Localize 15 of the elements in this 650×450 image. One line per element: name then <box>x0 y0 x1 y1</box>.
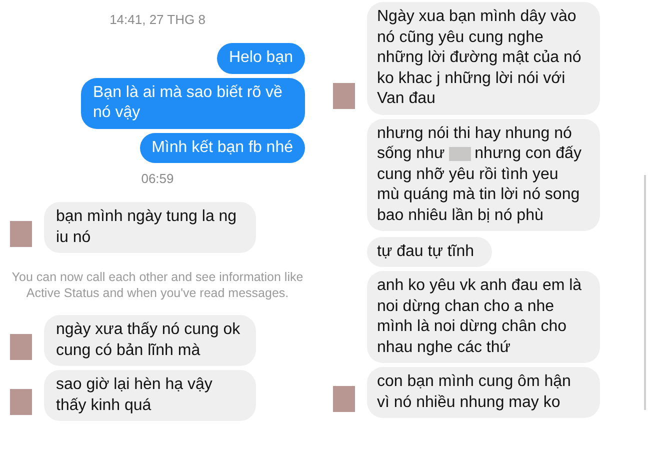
timestamp: 06:59 <box>141 171 174 186</box>
received-message: tự đau tự tĩnh <box>367 236 492 267</box>
received-message: sao giờ lại hèn hạ vậy thấy kinh quá <box>44 370 256 421</box>
timestamp: 14:41, 27 THG 8 <box>110 12 206 27</box>
censor-blur <box>448 146 471 161</box>
sent-message: Helo bạn <box>216 43 305 74</box>
received-message: con bạn mình cung ôm hận vì nó nhiều nhung may ko <box>367 367 600 418</box>
received-message: nhưng nói thi hay nhung nó sống như nhưng con đấy cung nhỡ yêu rồi tình yeu mù quáng mà tin lời nó song bao nhiêu lần bị nó phù <box>367 118 600 231</box>
sent-message: Bạn là ai mà sao biết rõ về nó vậy <box>81 78 305 128</box>
received-message: bạn mình ngày tung la ng iu nó <box>44 202 256 253</box>
received-message: anh ko yêu vk anh đau em là noi dừng chan cho a nhe mình là noi dừng chân cho nhau nghe các thứ <box>367 271 600 363</box>
received-message: ngày xưa thấy nó cung ok cung có bản lĩnh mà <box>44 315 256 366</box>
received-message: Ngày xua bạn mình dây vào nó cũng yêu cung nghe những lời đường mật của nó ko khac j những lời nói với Van đau <box>367 2 600 114</box>
sent-message: Mình kết bạn fb nhé <box>140 132 305 163</box>
system-notice: You can now call each other and see information like Active Status and when you've read messages. <box>10 269 304 301</box>
